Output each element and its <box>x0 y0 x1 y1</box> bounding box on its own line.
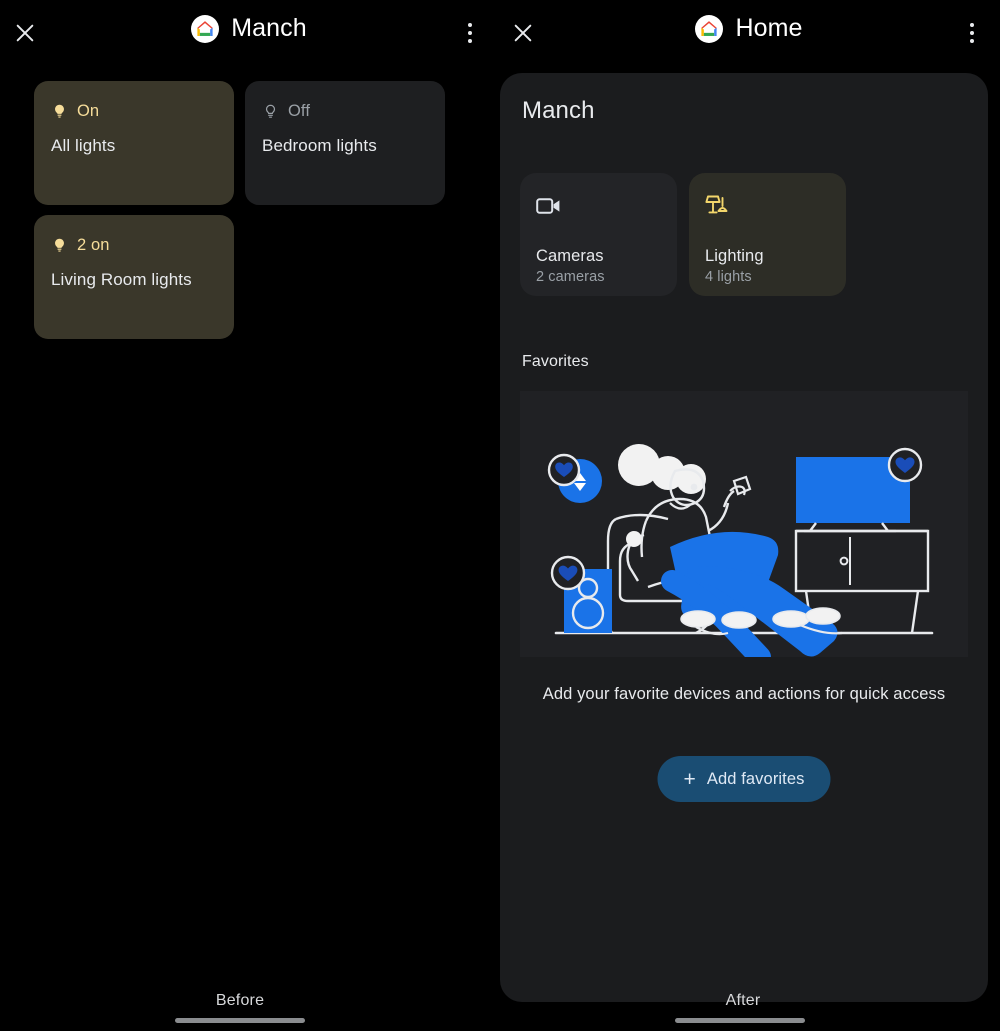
tile-living-room-lights[interactable]: 2 on Living Room lights <box>34 215 234 339</box>
right-app-bar: Home <box>498 0 1000 68</box>
tile-sublabel: 2 cameras <box>536 269 605 285</box>
plus-icon: + <box>683 767 696 791</box>
tile-status-label: Off <box>288 101 311 120</box>
overflow-menu-icon <box>468 39 472 43</box>
right-title-group: Home <box>498 14 1000 43</box>
add-favorites-button[interactable]: + Add favorites <box>657 756 831 802</box>
overflow-menu-icon <box>970 23 974 27</box>
add-favorites-label: Add favorites <box>706 769 805 788</box>
lightbulb-outline-icon <box>265 104 276 118</box>
favorites-illustration <box>520 391 968 657</box>
overflow-menu-icon <box>970 31 974 35</box>
person-on-couch-with-devices-illustration <box>520 391 968 657</box>
lightbulb-filled-icon <box>55 238 64 252</box>
overflow-menu-icon <box>970 39 974 43</box>
tile-status: Off <box>262 100 428 122</box>
tile-icon-wrap <box>705 191 830 221</box>
tile-status: On <box>51 100 217 122</box>
overflow-menu-button[interactable] <box>958 18 986 48</box>
video-camera-icon <box>536 198 560 214</box>
tile-lighting[interactable]: Lighting 4 lights <box>689 173 846 296</box>
before-panel: Manch On All lights Off Bedroom lights 2… <box>0 0 498 1031</box>
google-home-logo-icon <box>191 14 220 43</box>
google-home-logo-icon <box>695 14 724 43</box>
tile-status-label: On <box>77 101 100 120</box>
left-title-group: Manch <box>0 14 498 43</box>
lamp-icon <box>705 195 728 214</box>
overflow-menu-icon <box>468 31 472 35</box>
tile-sublabel: 4 lights <box>705 269 752 285</box>
caption-after: After <box>725 992 761 1009</box>
sheet-title: Manch <box>522 97 595 124</box>
lightbulb-filled-icon <box>55 104 64 118</box>
home-indicator-left[interactable] <box>175 1018 305 1023</box>
home-indicator-right[interactable] <box>675 1018 805 1023</box>
light-tiles-grid: On All lights Off Bedroom lights 2 on Li… <box>34 81 464 349</box>
left-app-bar: Manch <box>0 0 498 68</box>
tile-status-label: 2 on <box>77 235 110 254</box>
left-page-title: Manch <box>231 14 307 42</box>
tile-label: Cameras <box>536 247 604 265</box>
after-panel: Home Manch Cameras 2 cameras Lighting 4 … <box>498 0 1000 1031</box>
tile-name-label: All lights <box>51 136 116 155</box>
favorites-description: Add your favorite devices and actions fo… <box>542 685 946 703</box>
tile-status: 2 on <box>51 234 217 256</box>
tile-row: 2 on Living Room lights <box>34 215 464 339</box>
tile-cameras[interactable]: Cameras 2 cameras <box>520 173 677 296</box>
tile-label: Lighting <box>705 247 764 265</box>
caption-before: Before <box>215 992 265 1009</box>
tile-icon-wrap <box>536 191 661 221</box>
comparison-screenshot: Manch On All lights Off Bedroom lights 2… <box>0 0 1000 1031</box>
overflow-menu-icon <box>468 23 472 27</box>
overflow-menu-button[interactable] <box>456 18 484 48</box>
favorites-heading: Favorites <box>522 353 589 370</box>
tile-all-lights[interactable]: On All lights <box>34 81 234 205</box>
home-sheet: Manch Cameras 2 cameras Lighting 4 light… <box>500 73 988 1002</box>
tile-bedroom-lights[interactable]: Off Bedroom lights <box>245 81 445 205</box>
tile-row: On All lights Off Bedroom lights <box>34 81 464 205</box>
tile-name-label: Bedroom lights <box>262 136 377 155</box>
category-tiles: Cameras 2 cameras Lighting 4 lights <box>520 173 846 296</box>
right-page-title: Home <box>735 14 803 42</box>
tile-name-label: Living Room lights <box>51 270 192 289</box>
